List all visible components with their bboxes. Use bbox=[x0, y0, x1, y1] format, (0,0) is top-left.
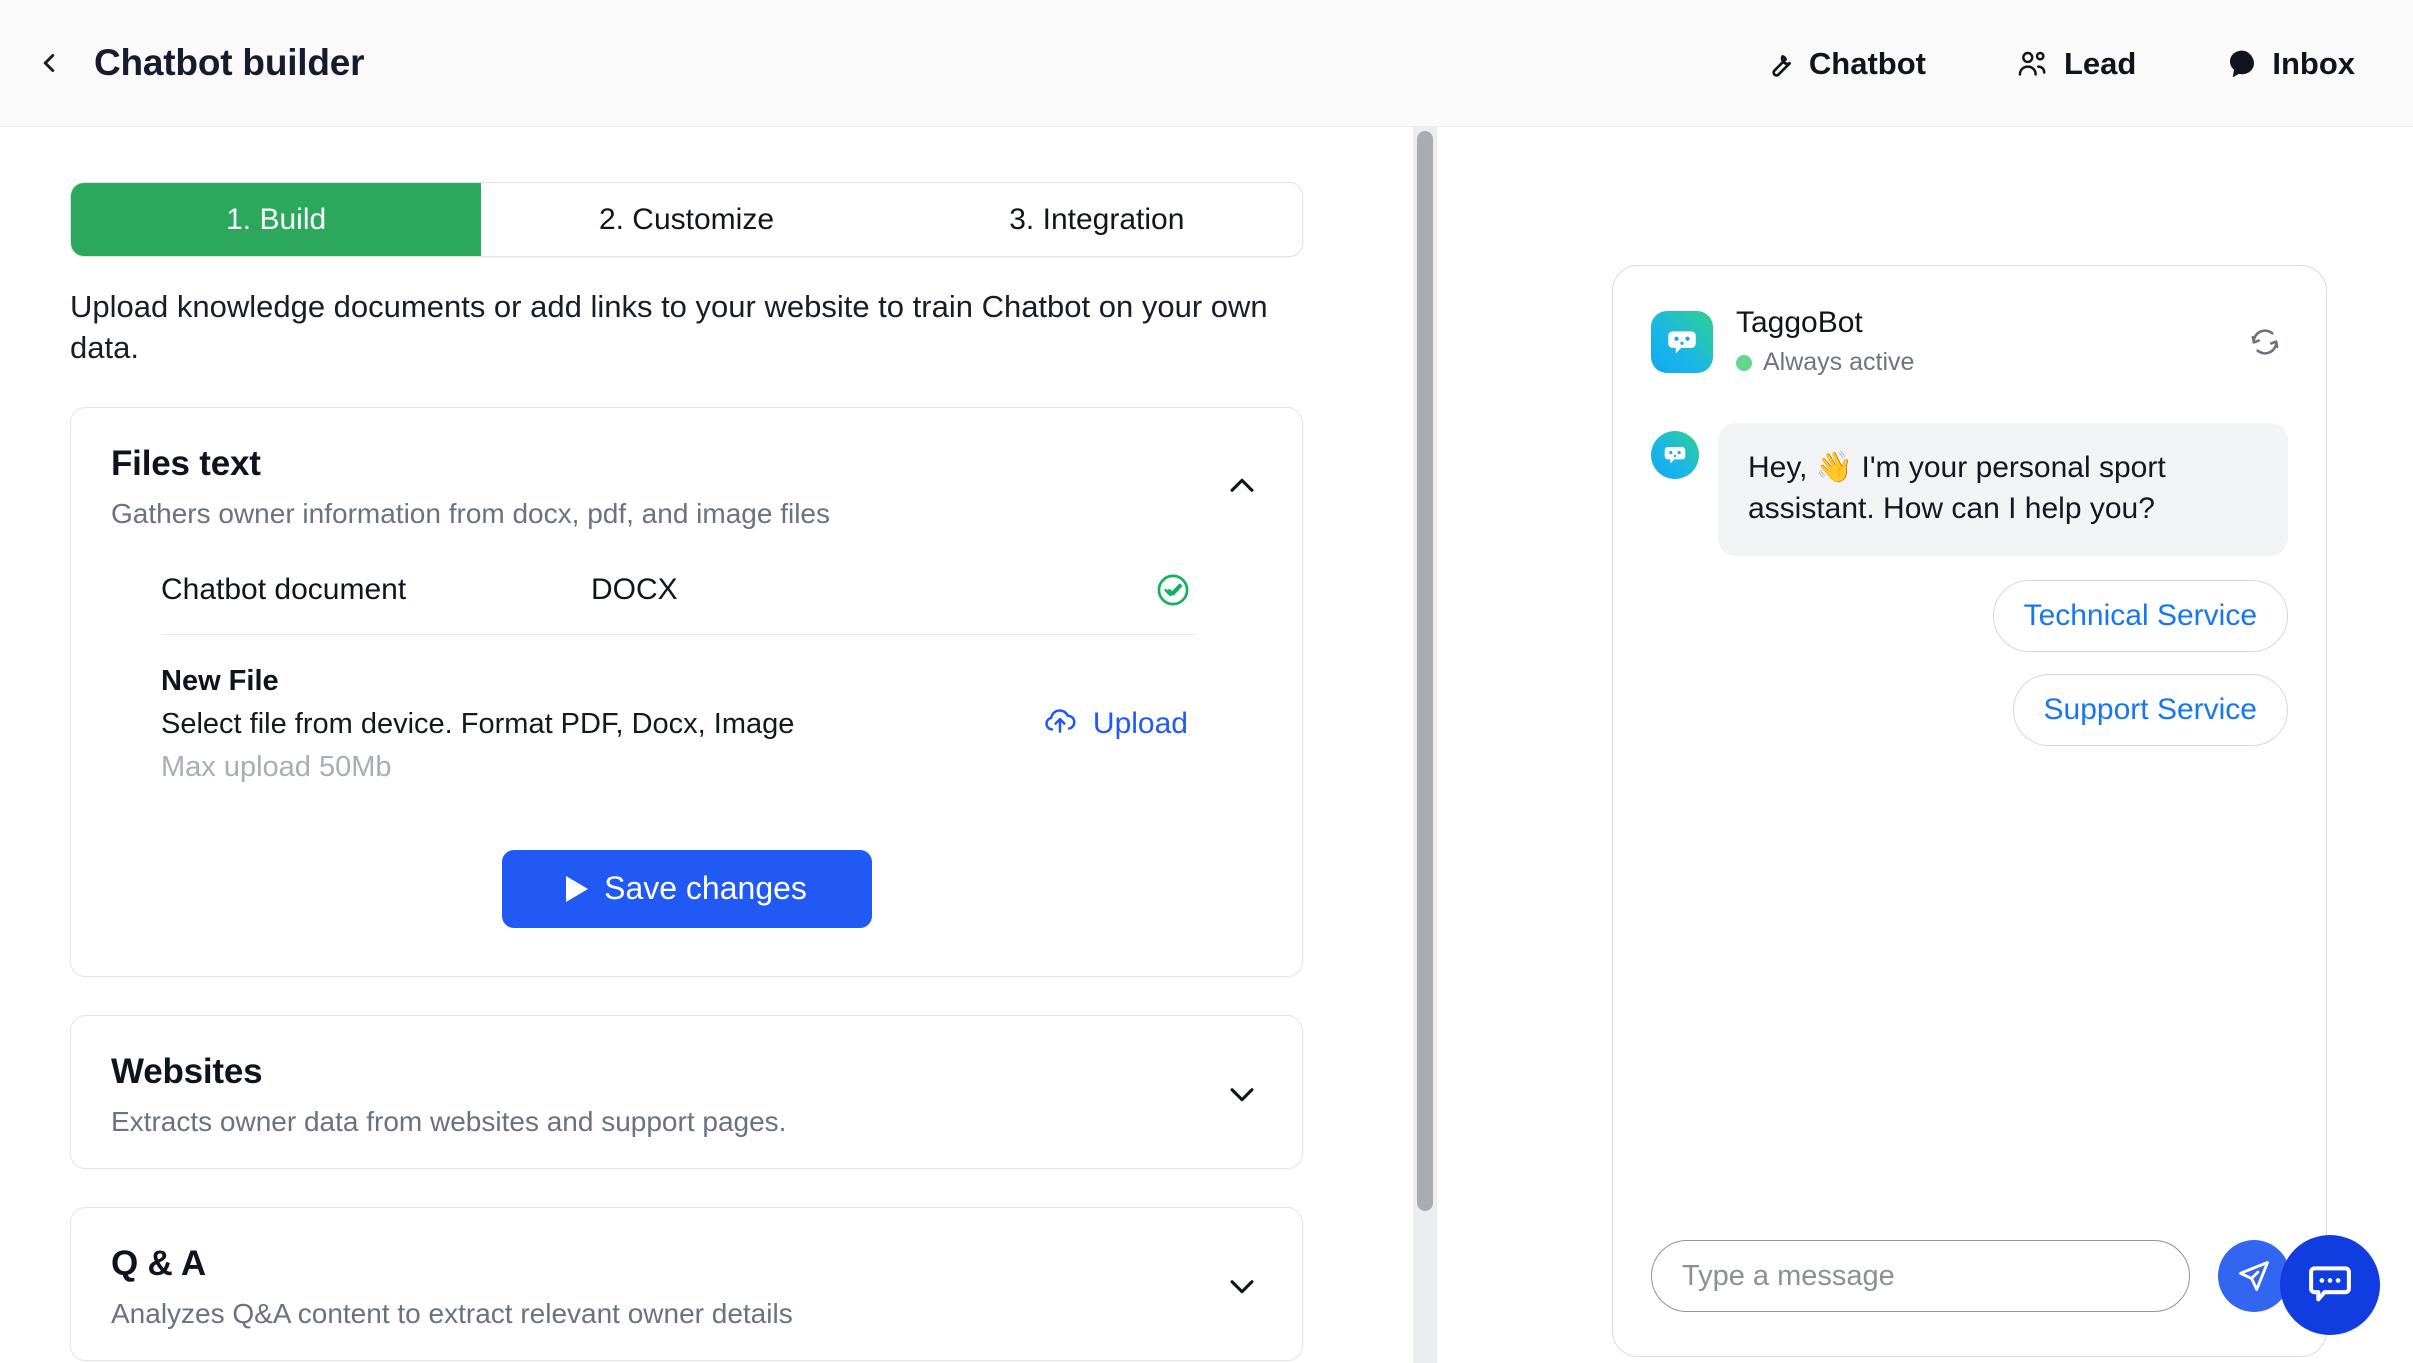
refresh-button[interactable] bbox=[2242, 319, 2288, 365]
tab-integration[interactable]: 3. Integration bbox=[891, 183, 1302, 256]
top-bar-left: Chatbot builder bbox=[0, 40, 365, 86]
nav-item-chatbot[interactable]: Chatbot bbox=[1763, 46, 1926, 82]
card-files-text-textblock: Files text Gathers owner information fro… bbox=[111, 444, 830, 530]
chat-message-row: Hey, 👋 I'm your personal sport assistant… bbox=[1651, 423, 2288, 556]
card-files-text-toggle[interactable] bbox=[1222, 466, 1262, 506]
chat-message-bubble: Hey, 👋 I'm your personal sport assistant… bbox=[1718, 423, 2288, 556]
nav-label-lead: Lead bbox=[2063, 45, 2137, 81]
card-qa-header[interactable]: Q & A Analyzes Q&A content to extract re… bbox=[71, 1208, 1302, 1360]
card-websites-subtitle: Extracts owner data from websites and su… bbox=[111, 1105, 787, 1137]
upload-label: Upload bbox=[1092, 707, 1188, 741]
top-bar-nav: Chatbot Lead Inbox bbox=[1763, 0, 2355, 127]
nav-item-lead[interactable]: Lead bbox=[2016, 46, 2136, 82]
new-file-description: Select file from device. Format PDF, Doc… bbox=[161, 707, 795, 740]
card-files-text-title: Files text bbox=[111, 443, 261, 483]
status-dot-icon bbox=[1736, 354, 1752, 371]
card-websites-title: Websites bbox=[111, 1051, 263, 1091]
card-websites-toggle[interactable] bbox=[1222, 1074, 1262, 1114]
card-qa-title: Q & A bbox=[111, 1243, 206, 1283]
nav-label-inbox: Inbox bbox=[2272, 45, 2355, 81]
card-websites-textblock: Websites Extracts owner data from websit… bbox=[111, 1052, 786, 1138]
left-panel-scrollbar-track[interactable] bbox=[1413, 127, 1437, 1363]
new-file-title: New File bbox=[161, 664, 279, 697]
page-title: Chatbot builder bbox=[94, 42, 365, 83]
tab-customize[interactable]: 2. Customize bbox=[481, 183, 892, 256]
message-bot-avatar bbox=[1651, 431, 1699, 479]
chat-widget: TaggoBot Always active Hey, 👋 I'm your p… bbox=[1612, 265, 2327, 1357]
bot-meta: TaggoBot Always active bbox=[1736, 306, 2242, 377]
bot-face-icon bbox=[1664, 447, 1686, 464]
new-file-textblock: New File Select file from device. Format… bbox=[161, 665, 794, 784]
chevron-down-icon bbox=[1230, 1088, 1254, 1102]
quick-reply-technical-service[interactable]: Technical Service bbox=[1992, 580, 2288, 652]
chat-preview-panel: TaggoBot Always active Hey, 👋 I'm your p… bbox=[1437, 127, 2413, 1363]
file-status-button[interactable] bbox=[1150, 572, 1196, 608]
chat-launcher-fab[interactable] bbox=[2280, 1235, 2380, 1335]
quick-reply-list: Technical Service Support Service bbox=[1651, 580, 2288, 746]
check-circle-icon bbox=[1157, 574, 1189, 606]
card-qa: Q & A Analyzes Q&A content to extract re… bbox=[70, 1206, 1303, 1361]
new-file-row: New File Select file from device. Format… bbox=[161, 635, 1196, 794]
quick-reply-support-service[interactable]: Support Service bbox=[2012, 674, 2288, 746]
chat-widget-header: TaggoBot Always active bbox=[1613, 266, 2326, 377]
chevron-down-icon bbox=[1230, 1280, 1254, 1294]
top-bar: Chatbot builder Chatbot Lead Inbox bbox=[0, 0, 2413, 127]
bot-avatar bbox=[1651, 310, 1713, 373]
chat-message-list: Hey, 👋 I'm your personal sport assistant… bbox=[1613, 377, 2326, 746]
send-icon bbox=[2239, 1261, 2269, 1291]
chat-bubble-icon bbox=[2226, 48, 2258, 80]
bot-status: Always active bbox=[1736, 348, 2242, 377]
nav-label-chatbot: Chatbot bbox=[1808, 45, 1926, 81]
save-changes-label: Save changes bbox=[604, 870, 807, 907]
builder-content: 1. Build 2. Customize 3. Integration Upl… bbox=[0, 127, 1413, 1361]
back-button[interactable] bbox=[26, 40, 72, 86]
file-type: DOCX bbox=[591, 572, 678, 606]
nav-item-inbox[interactable]: Inbox bbox=[2226, 46, 2355, 82]
cloud-upload-icon bbox=[1042, 704, 1078, 744]
bot-status-label: Always active bbox=[1763, 348, 1915, 376]
refresh-icon bbox=[2251, 328, 2279, 355]
file-name: Chatbot document bbox=[161, 572, 407, 606]
builder-steps-tabs: 1. Build 2. Customize 3. Integration bbox=[70, 182, 1303, 257]
card-websites-header[interactable]: Websites Extracts owner data from websit… bbox=[71, 1016, 1302, 1168]
card-qa-subtitle: Analyzes Q&A content to extract relevant… bbox=[111, 1297, 793, 1329]
tab-build[interactable]: 1. Build bbox=[71, 183, 482, 256]
card-files-text: Files text Gathers owner information fro… bbox=[70, 406, 1303, 977]
card-files-text-subtitle: Gathers owner information from docx, pdf… bbox=[111, 497, 831, 529]
card-qa-toggle[interactable] bbox=[1222, 1266, 1262, 1306]
bot-name: TaggoBot bbox=[1736, 306, 1863, 339]
file-row: Chatbot document DOCX bbox=[161, 560, 1196, 635]
message-input[interactable] bbox=[1651, 1240, 2190, 1312]
wrench-icon bbox=[1763, 48, 1795, 80]
chevron-left-icon bbox=[43, 54, 55, 72]
new-file-max-size: Max upload 50Mb bbox=[161, 750, 392, 783]
left-panel-scrollbar-thumb[interactable] bbox=[1417, 131, 1433, 1211]
builder-panel: 1. Build 2. Customize 3. Integration Upl… bbox=[0, 127, 1413, 1363]
users-icon bbox=[2016, 49, 2050, 79]
send-button[interactable] bbox=[2218, 1240, 2290, 1312]
save-changes-button[interactable]: Save changes bbox=[501, 849, 872, 928]
card-websites: Websites Extracts owner data from websit… bbox=[70, 1014, 1303, 1169]
play-icon bbox=[566, 875, 589, 902]
builder-intro-text: Upload knowledge documents or add links … bbox=[70, 289, 1268, 365]
card-files-text-body: Chatbot document DOCX New File Select fi… bbox=[71, 560, 1302, 976]
upload-button[interactable]: Upload bbox=[1042, 704, 1196, 744]
app-root: Chatbot builder Chatbot Lead Inbox 1. Bu… bbox=[0, 0, 2413, 1363]
save-button-wrap: Save changes bbox=[125, 794, 1248, 976]
chevron-up-icon bbox=[1230, 478, 1254, 492]
bot-face-icon bbox=[1668, 330, 1696, 353]
chat-composer bbox=[1613, 1240, 2326, 1356]
card-qa-textblock: Q & A Analyzes Q&A content to extract re… bbox=[111, 1244, 793, 1330]
card-files-text-header[interactable]: Files text Gathers owner information fro… bbox=[71, 408, 1302, 560]
chat-dots-icon bbox=[2309, 1266, 2351, 1302]
